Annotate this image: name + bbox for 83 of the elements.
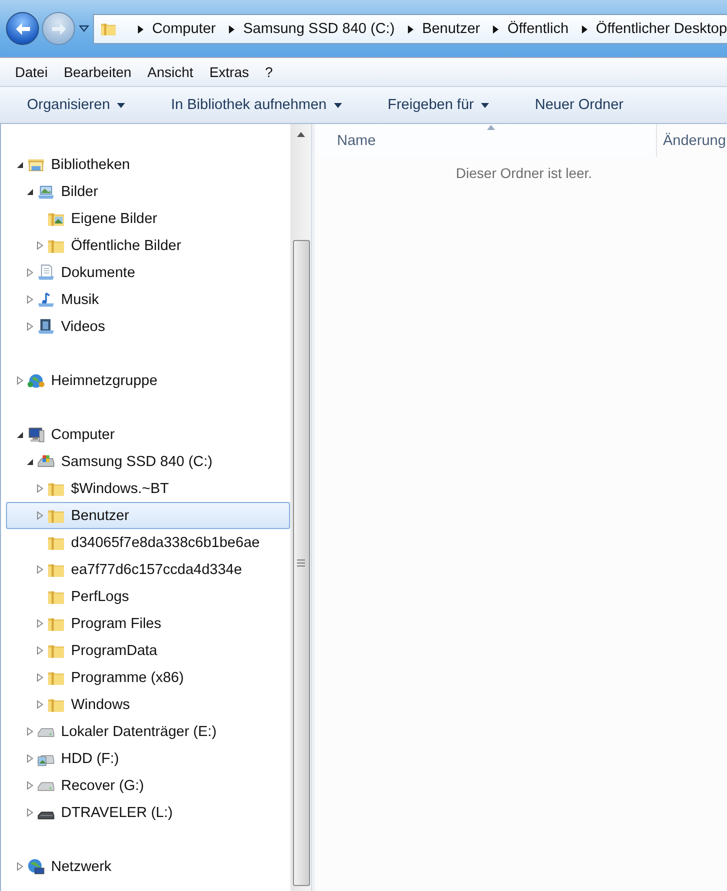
tree-item[interactable]: Program Files <box>6 610 290 637</box>
expanded-arrow-icon[interactable] <box>16 160 24 169</box>
tree-item[interactable]: HDD (F:) <box>6 745 290 772</box>
network-icon <box>27 858 45 876</box>
collapsed-arrow-icon[interactable] <box>36 619 44 628</box>
tree-item[interactable]: DTRAVELER (L:) <box>6 799 290 826</box>
videos-library-icon <box>37 318 55 336</box>
toolbar-button[interactable]: Neuer Ordner <box>524 93 634 117</box>
address-bar[interactable]: Computer Samsung SSD 840 (C:) Benutzer Öffentlich Öffentlicher Desktop <box>93 14 727 44</box>
grip-icon <box>297 559 305 567</box>
sort-arrow-icon <box>487 125 495 130</box>
collapsed-arrow-icon[interactable] <box>26 754 34 763</box>
tree-item[interactable]: Programme (x86) <box>6 664 290 691</box>
documents-library-icon <box>37 264 55 282</box>
chevron-icon[interactable] <box>580 24 588 34</box>
collapsed-arrow-icon[interactable] <box>36 673 44 682</box>
collapsed-arrow-icon[interactable] <box>26 727 34 736</box>
tree-item[interactable]: PerfLogs <box>6 583 290 610</box>
right-arrow-icon <box>50 20 68 36</box>
scroll-up-icon[interactable] <box>297 132 305 137</box>
collapsed-arrow-icon[interactable] <box>16 376 24 385</box>
collapsed-arrow-icon[interactable] <box>36 646 44 655</box>
chevron-icon[interactable] <box>228 24 236 34</box>
collapsed-arrow-icon[interactable] <box>36 484 44 493</box>
collapsed-arrow-icon[interactable] <box>26 268 34 277</box>
collapsed-arrow-icon[interactable] <box>36 700 44 709</box>
tree-item[interactable]: Videos <box>6 313 290 340</box>
tree-item[interactable]: ProgramData <box>6 637 290 664</box>
tree-item[interactable]: Bilder <box>6 178 290 205</box>
tree-item[interactable]: Computer <box>6 421 290 448</box>
tree-item[interactable]: Windows <box>6 691 290 718</box>
tree-item[interactable]: Lokaler Datenträger (E:) <box>6 718 290 745</box>
scrollbar[interactable] <box>290 124 311 891</box>
computer-icon <box>27 426 45 444</box>
tree-item[interactable]: ea7f77d6c157ccda4d334e <box>6 556 290 583</box>
breadcrumb[interactable]: Öffentlich <box>508 21 569 37</box>
tree-item[interactable]: Samsung SSD 840 (C:) <box>6 448 290 475</box>
homegroup-icon <box>27 372 45 390</box>
tree-item[interactable]: Recover (G:) <box>6 772 290 799</box>
menu-item[interactable]: ? <box>257 62 281 82</box>
scrollbar-thumb[interactable] <box>292 240 310 886</box>
tree-item[interactable]: Musik <box>6 286 290 313</box>
tree-item[interactable]: Eigene Bilder <box>6 205 290 232</box>
chevron-icon[interactable] <box>492 24 500 34</box>
breadcrumb[interactable]: Öffentlicher Desktop <box>596 21 727 37</box>
expanded-arrow-icon[interactable] <box>26 457 34 466</box>
tree-item[interactable]: Netzwerk <box>6 853 290 880</box>
column-header[interactable]: Änderung <box>656 124 727 157</box>
menu-item[interactable]: Extras <box>201 62 258 82</box>
tree-item[interactable]: Öffentliche Bilder <box>6 232 290 259</box>
menu-item[interactable]: Ansicht <box>139 62 202 82</box>
tree-item[interactable]: d34065f7e8da338c6b1be6ae <box>6 529 290 556</box>
collapsed-arrow-icon[interactable] <box>36 241 44 250</box>
collapsed-arrow-icon[interactable] <box>16 862 24 871</box>
menu-item[interactable]: Bearbeiten <box>56 62 140 82</box>
tree-item[interactable]: Bibliotheken <box>6 151 290 178</box>
empty-folder-message: Dieser Ordner ist leer. <box>456 165 592 181</box>
chevron-icon[interactable] <box>136 24 144 34</box>
usb-drive-icon <box>37 810 55 820</box>
tree-item[interactable]: $Windows.~BT <box>6 475 290 502</box>
tree-item[interactable]: Heimnetzgruppe <box>6 367 290 394</box>
dropdown-button[interactable]: In Bibliothek aufnehmen <box>161 93 352 117</box>
collapsed-arrow-icon[interactable] <box>26 808 34 817</box>
music-library-icon <box>37 290 55 308</box>
dropdown-button[interactable]: Organisieren <box>17 93 136 117</box>
history-dropdown-icon[interactable] <box>79 24 89 32</box>
expanded-arrow-icon[interactable] <box>16 430 24 439</box>
tree-item[interactable]: Dokumente <box>6 259 290 286</box>
breadcrumb[interactable]: Samsung SSD 840 (C:) <box>243 21 395 37</box>
dropdown-button[interactable]: Freigeben für <box>378 93 499 117</box>
breadcrumb[interactable]: Benutzer <box>422 21 480 37</box>
tree-item[interactable]: Benutzer <box>6 502 290 529</box>
collapsed-arrow-icon[interactable] <box>36 565 44 574</box>
collapsed-arrow-icon[interactable] <box>26 322 34 331</box>
collapsed-arrow-icon[interactable] <box>36 511 44 520</box>
back-button[interactable] <box>6 12 39 45</box>
collapsed-arrow-icon[interactable] <box>26 781 34 790</box>
menu-item[interactable]: Datei <box>7 62 56 82</box>
breadcrumb[interactable]: Computer <box>152 21 216 37</box>
expanded-arrow-icon[interactable] <box>26 187 34 196</box>
chevron-icon[interactable] <box>406 24 414 34</box>
collapsed-arrow-icon[interactable] <box>26 295 34 304</box>
left-arrow-icon <box>14 20 32 36</box>
